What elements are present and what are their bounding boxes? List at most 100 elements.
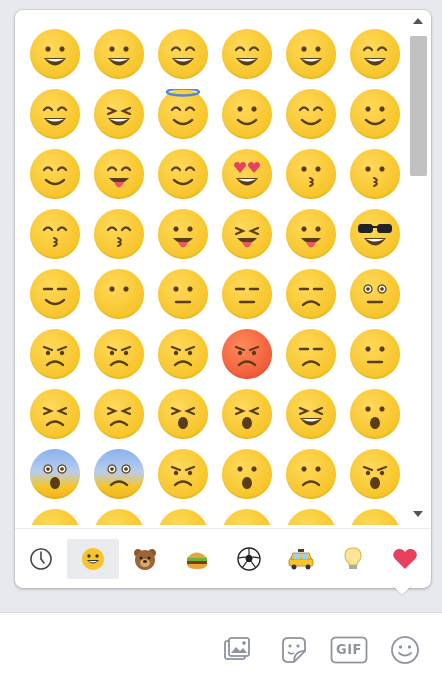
emoji-cell[interactable] [87, 144, 151, 204]
emoji-cell[interactable] [23, 24, 87, 84]
emoji-cell[interactable] [215, 324, 279, 384]
emoji-cell[interactable] [215, 504, 279, 525]
emoji-cell[interactable] [23, 504, 87, 525]
emoji-face-icon [94, 29, 144, 79]
photo-button[interactable] [218, 631, 256, 669]
emoji-cell[interactable] [87, 384, 151, 444]
emoji-cell[interactable] [23, 204, 87, 264]
scroll-up-arrow-icon[interactable] [413, 18, 423, 24]
emoji-face-icon [350, 509, 400, 525]
emoji-cell[interactable] [151, 204, 215, 264]
emoji-cell[interactable] [279, 204, 343, 264]
emoji-face-icon [222, 29, 272, 79]
emoji-cell[interactable] [23, 444, 87, 504]
emoji-button[interactable] [386, 631, 424, 669]
emoji-cell[interactable] [215, 384, 279, 444]
emoji-cell[interactable] [151, 504, 215, 525]
gif-button[interactable]: GIF [330, 631, 368, 669]
emoji-cell[interactable] [151, 144, 215, 204]
emoji-cell[interactable] [343, 264, 407, 324]
tab-objects[interactable] [327, 539, 379, 579]
message-composer-bar: GIF [0, 612, 442, 684]
tab-travel[interactable] [275, 539, 327, 579]
emoji-face-icon [350, 209, 400, 259]
emoji-cell[interactable] [151, 24, 215, 84]
emoji-cell[interactable] [343, 24, 407, 84]
emoji-cell[interactable] [279, 84, 343, 144]
emoji-face-icon [94, 329, 144, 379]
emoji-category-tabs [15, 528, 431, 588]
tab-symbols[interactable] [379, 539, 431, 579]
emoji-face-icon [286, 389, 336, 439]
emoji-cell[interactable] [151, 444, 215, 504]
sticker-icon [282, 637, 306, 663]
emoji-cell[interactable] [279, 144, 343, 204]
composer-actions: GIF [218, 631, 424, 669]
emoji-cell[interactable] [279, 504, 343, 525]
emoji-cell[interactable] [151, 84, 215, 144]
emoji-cell[interactable] [151, 324, 215, 384]
scroll-thumb[interactable] [410, 36, 427, 176]
emoji-face-icon [94, 209, 144, 259]
emoji-cell[interactable] [87, 24, 151, 84]
emoji-cell[interactable] [343, 324, 407, 384]
heart-icon [393, 548, 417, 569]
tab-recent[interactable] [15, 539, 67, 579]
emoji-cell[interactable] [151, 264, 215, 324]
emoji-face-icon [350, 269, 400, 319]
emoji-cell[interactable] [87, 264, 151, 324]
emoji-cell[interactable] [87, 324, 151, 384]
taxi-icon [288, 549, 314, 570]
emoji-cell[interactable] [343, 84, 407, 144]
clock-icon [30, 548, 52, 570]
emoji-cell[interactable] [215, 84, 279, 144]
emoji-cell[interactable] [23, 144, 87, 204]
emoji-cell[interactable] [343, 384, 407, 444]
tab-food[interactable] [171, 539, 223, 579]
emoji-cell[interactable] [215, 204, 279, 264]
emoji-cell[interactable] [87, 204, 151, 264]
emoji-cell[interactable] [215, 444, 279, 504]
emoji-cell[interactable] [151, 384, 215, 444]
scroll-down-arrow-icon[interactable] [413, 511, 423, 517]
emoji-cell[interactable] [87, 504, 151, 525]
emoji-cell[interactable] [215, 24, 279, 84]
emoji-face-icon [30, 89, 80, 139]
emoji-face-icon [30, 149, 80, 199]
emoji-cell[interactable] [87, 444, 151, 504]
emoji-face-icon [286, 149, 336, 199]
emoji-face-icon [94, 89, 144, 139]
emoji-cell[interactable] [279, 24, 343, 84]
emoji-cell[interactable] [343, 504, 407, 525]
emoji-scrollbar[interactable] [407, 10, 431, 525]
tab-people[interactable] [67, 539, 119, 579]
emoji-cell[interactable] [343, 204, 407, 264]
emoji-icon [391, 636, 419, 664]
emoji-face-icon [222, 209, 272, 259]
emoji-face-icon [94, 449, 144, 499]
emoji-cell[interactable] [343, 144, 407, 204]
emoji-cell[interactable] [279, 264, 343, 324]
emoji-cell[interactable] [279, 384, 343, 444]
tab-activity[interactable] [223, 539, 275, 579]
burger-icon [187, 552, 207, 569]
emoji-cell[interactable] [215, 144, 279, 204]
sticker-button[interactable] [274, 631, 312, 669]
emoji-cell[interactable] [87, 84, 151, 144]
emoji-cell[interactable] [343, 444, 407, 504]
emoji-face-icon [30, 269, 80, 319]
tab-nature[interactable] [119, 539, 171, 579]
emoji-cell[interactable] [279, 324, 343, 384]
emoji-cell[interactable] [215, 264, 279, 324]
emoji-face-icon [350, 29, 400, 79]
emoji-face-icon [222, 89, 272, 139]
emoji-cell[interactable] [23, 384, 87, 444]
emoji-cell[interactable] [23, 264, 87, 324]
emoji-cell[interactable] [23, 324, 87, 384]
smiley-icon [82, 548, 104, 570]
emoji-face-icon [158, 269, 208, 319]
emoji-cell[interactable] [279, 444, 343, 504]
emoji-face-icon [94, 149, 144, 199]
emoji-grid [23, 24, 407, 525]
emoji-cell[interactable] [23, 84, 87, 144]
